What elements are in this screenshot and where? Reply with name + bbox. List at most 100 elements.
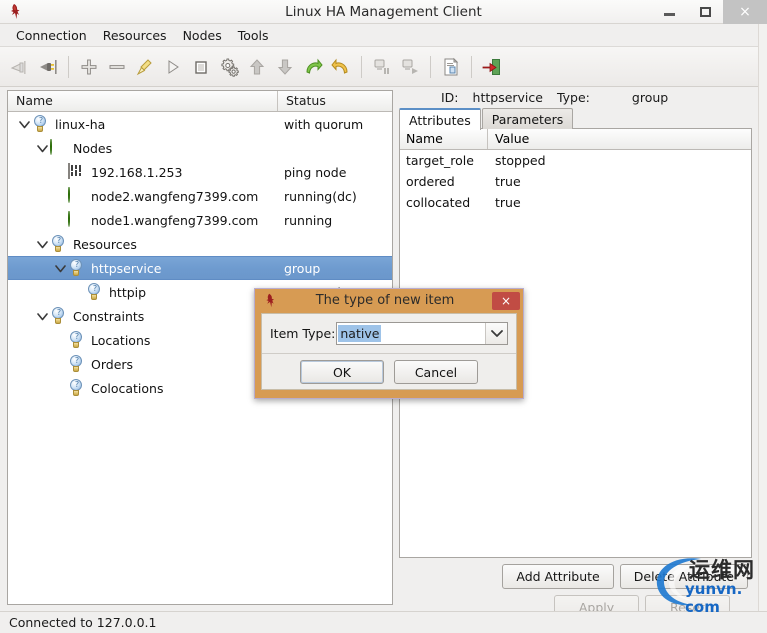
type-label: Type: [556,90,590,105]
tree-row[interactable]: 192.168.1.253 ping node [8,160,392,184]
title-bar: Linux HA Management Client × [0,0,767,24]
attribute-value: true [495,195,521,210]
tree-twisty-none [52,212,68,228]
tree-row[interactable]: node1.wangfeng7399.com running [8,208,392,232]
maximize-icon [699,7,711,17]
add-attribute-button[interactable]: Add Attribute [502,564,614,589]
maximize-button[interactable] [687,0,723,24]
menu-connection[interactable]: Connection [8,26,95,45]
toolbar-separator [68,55,69,78]
window-controls: × [651,0,767,24]
toolbar-migrate-node-button[interactable] [396,52,424,82]
type-value: group [631,90,669,105]
toolbar-separator-2 [361,55,362,78]
attr-column-name[interactable]: Name [400,129,488,149]
tree-row-label: Locations [91,332,151,348]
toolbar-move-down-button[interactable] [271,52,299,82]
attribute-action-buttons: Add Attribute Delete Attribute [399,564,752,589]
tree-column-name[interactable]: Name [8,91,278,111]
menu-nodes[interactable]: Nodes [175,26,230,45]
toolbar-undo-button[interactable] [327,52,355,82]
toolbar-settings-button[interactable] [215,52,243,82]
toolbar-cleanup-button[interactable] [131,52,159,82]
move-up-icon [249,58,265,74]
tree-row[interactable]: ? Resources [8,232,392,256]
tree-row[interactable]: ? linux-ha with quorum [8,112,392,136]
item-type-input[interactable]: native [337,323,485,344]
menu-bar: Connection Resources Nodes Tools [0,24,767,47]
tree-row-icon: ? [68,379,86,397]
dialog-title: The type of new item [315,293,455,308]
toolbar-start-button[interactable] [159,52,187,82]
details-tabs: Attributes Parameters [399,107,752,130]
tree-row-icon: ? [68,355,86,373]
migrate-node-icon [402,59,418,74]
remove-icon [109,64,125,69]
add-icon [81,59,97,74]
tree-column-status[interactable]: Status [278,91,392,111]
menu-tools[interactable]: Tools [230,26,277,45]
attribute-name: target_role [406,153,474,168]
tree-twisty-none [52,164,68,180]
id-type-row: ID: httpservice Type: group [399,88,752,107]
tree-twisty-expanded[interactable] [34,140,50,156]
stop-square-icon [195,60,207,74]
attribute-row[interactable]: target_role stopped [400,150,751,171]
tree-row-icon: ? [32,115,50,133]
cib-document-icon [444,57,459,75]
attribute-row[interactable]: collocated true [400,192,751,213]
toolbar [0,47,767,87]
dialog-ok-button[interactable]: OK [300,360,384,384]
tree-row-label: httpip [109,284,147,300]
new-item-type-dialog: The type of new item × Item Type: native [254,288,524,399]
toolbar-cib-button[interactable] [437,52,465,82]
toolbar-exit-button[interactable] [478,52,506,82]
gears-icon [221,58,239,77]
toolbar-move-up-button[interactable] [243,52,271,82]
connect-icon [40,59,57,74]
tree-row-icon: ? [68,259,86,277]
tree-row-icon: ? [50,307,68,325]
toolbar-redo-button[interactable] [299,52,327,82]
tree-row-status: running [284,212,333,228]
tree-row[interactable]: ? httpservice group [8,256,392,280]
redo-icon [306,58,323,74]
tree-twisty-none [70,284,86,300]
delete-attribute-button[interactable]: Delete Attribute [619,564,748,589]
toolbar-remove-button[interactable] [103,52,131,82]
application-window: Linux HA Management Client × Connection … [0,0,767,633]
tree-row[interactable]: Nodes [8,136,392,160]
attr-column-value[interactable]: Value [488,129,751,149]
toolbar-connect-button[interactable] [34,52,62,82]
tree-twisty-expanded[interactable] [34,236,50,252]
attributes-rows: target_role stopped ordered true collocated t… [400,150,751,213]
toolbar-stop-button[interactable] [187,52,215,82]
minimize-button[interactable] [651,0,687,24]
tree-row-label: node1.wangfeng7399.com [91,212,259,228]
id-value: httpservice [472,90,543,105]
tree-row[interactable]: node2.wangfeng7399.com running(dc) [8,184,392,208]
toolbar-disconnect-button[interactable] [6,52,34,82]
close-button[interactable]: × [723,0,767,24]
tab-attributes[interactable]: Attributes [399,108,481,130]
item-type-dropdown-button[interactable] [485,323,507,344]
dialog-cancel-button[interactable]: Cancel [394,360,478,384]
attribute-row[interactable]: ordered true [400,171,751,192]
toolbar-add-button[interactable] [75,52,103,82]
menu-resources[interactable]: Resources [95,26,175,45]
tab-parameters[interactable]: Parameters [481,108,574,129]
start-play-icon [168,59,179,74]
tree-row-status: group [284,260,321,276]
tree-row-label: Colocations [91,380,164,396]
tree-twisty-expanded[interactable] [16,116,32,132]
move-down-icon [277,59,293,75]
right-edge-sliver [758,24,767,611]
dialog-close-button[interactable]: × [492,292,520,310]
tree-row-icon: ? [68,331,86,349]
tree-twisty-expanded[interactable] [34,308,50,324]
item-type-combobox[interactable]: native [336,322,508,345]
green-ball-icon [68,187,70,203]
tree-twisty-expanded[interactable] [52,260,68,276]
toolbar-standby-node-button[interactable] [368,52,396,82]
tree-row-label: node2.wangfeng7399.com [91,188,259,204]
